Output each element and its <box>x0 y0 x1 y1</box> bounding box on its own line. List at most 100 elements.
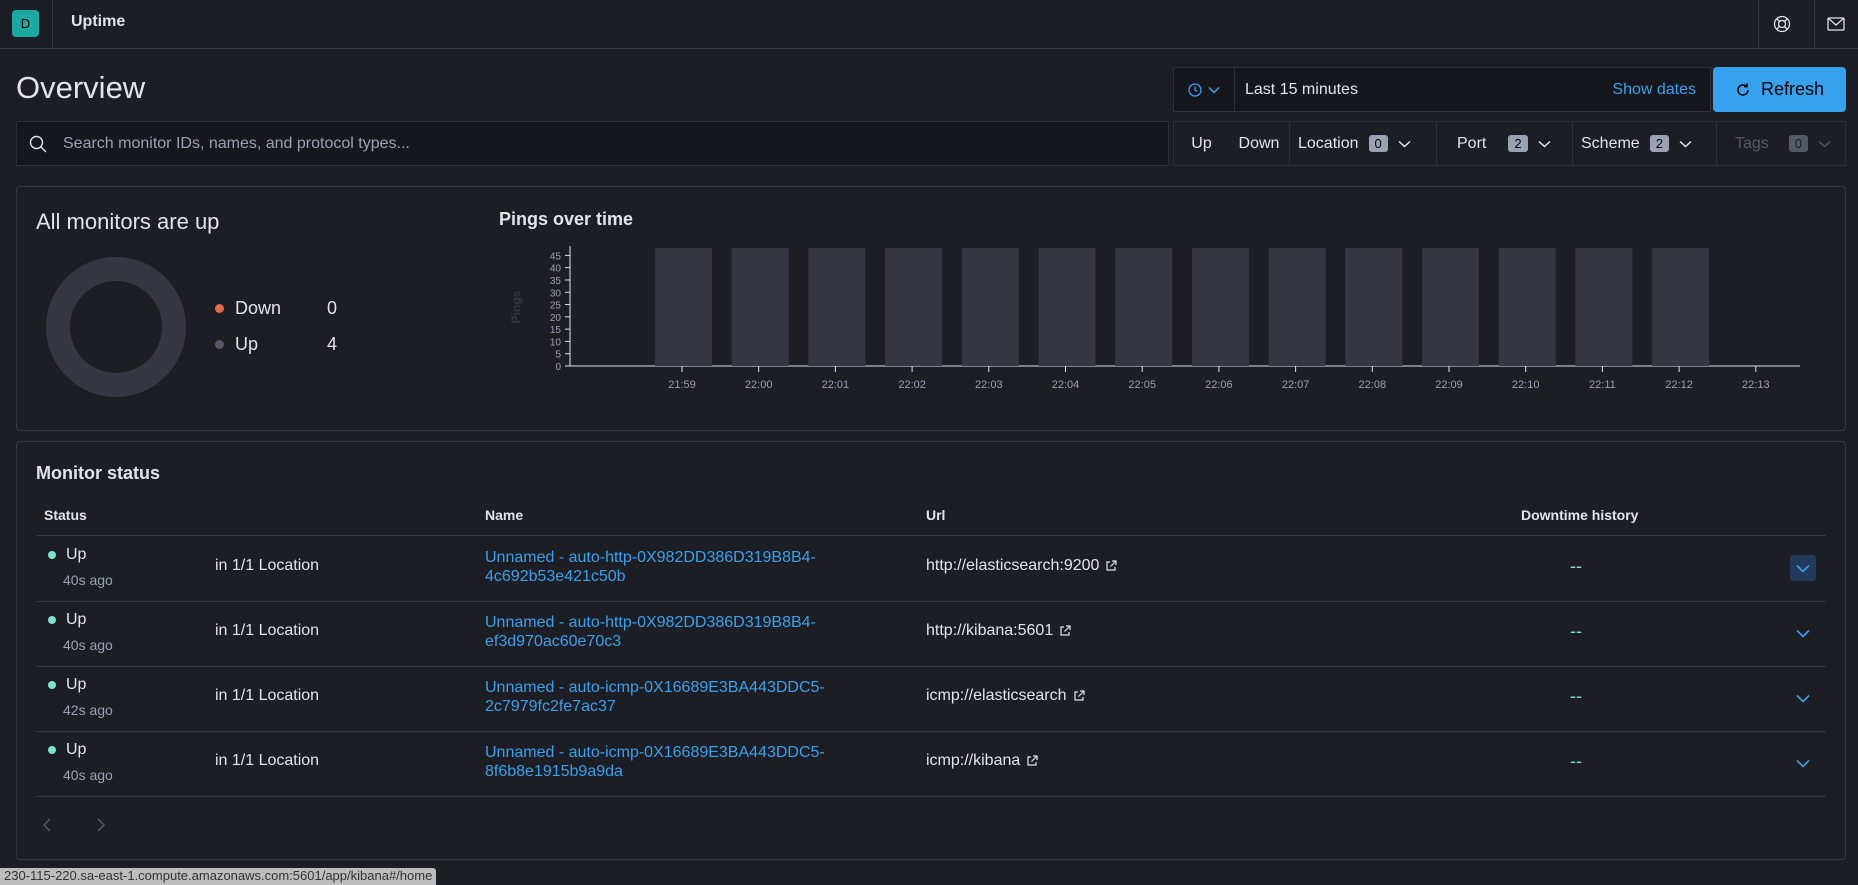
monitor-url-text: icmp://kibana <box>926 752 1021 769</box>
downtime-history: -- <box>1570 556 1582 576</box>
chevron-down-icon <box>1818 140 1831 148</box>
chevron-right-icon <box>97 818 106 832</box>
header-divider <box>1758 0 1759 49</box>
search-bar <box>16 121 1169 166</box>
monitor-name-link[interactable]: Unnamed - auto-http-0X982DD386D319B8B4- … <box>485 548 816 586</box>
quick-select-button[interactable] <box>1174 68 1235 111</box>
row-expand-button[interactable] <box>1790 620 1816 646</box>
monitor-name-link[interactable]: Unnamed - auto-icmp-0X16689E3BA443DDC5- … <box>485 678 825 716</box>
column-header-url[interactable]: Url <box>926 507 945 523</box>
y-tick-label: 40 <box>550 264 562 275</box>
mail-button[interactable] <box>1824 12 1848 36</box>
monitor-name-link[interactable]: Unnamed - auto-http-0X982DD386D319B8B4- … <box>485 613 816 651</box>
chart-bar <box>885 248 943 366</box>
monitor-name-line: Unnamed - auto-http-0X982DD386D319B8B4- <box>485 549 816 566</box>
y-tick-label: 0 <box>555 362 561 373</box>
monitor-url-text: http://kibana:5601 <box>926 622 1054 639</box>
down-dot <box>215 304 224 313</box>
legend-down-label: Down <box>235 298 282 318</box>
filter-tags-button[interactable]: Tags 0 <box>1716 122 1845 165</box>
chart-bar <box>731 248 789 366</box>
filter-up-button[interactable]: Up <box>1174 122 1229 165</box>
monitor-url-link[interactable]: http://kibana:5601 <box>926 622 1071 640</box>
chart-bar <box>1652 248 1710 366</box>
chevron-down-icon <box>1208 86 1220 94</box>
filter-port-button[interactable]: Port 2 <box>1436 122 1572 165</box>
next-page-button[interactable] <box>96 818 106 835</box>
chevron-down-icon <box>1796 564 1810 573</box>
filter-scheme-label: Scheme <box>1581 134 1640 152</box>
help-button[interactable] <box>1770 12 1794 36</box>
filter-tags-label: Tags <box>1735 134 1769 152</box>
monitor-name-line: Unnamed - auto-icmp-0X16689E3BA443DDC5- <box>485 744 825 761</box>
row-location: in 1/1 Location <box>215 687 320 704</box>
x-tick-label: 22:08 <box>1359 379 1387 391</box>
date-range-text[interactable]: Last 15 minutes <box>1235 81 1612 99</box>
y-tick-label: 45 <box>550 251 562 262</box>
row-status: Up <box>66 741 87 758</box>
filter-up-label: Up <box>1191 134 1212 152</box>
filter-down-label: Down <box>1238 134 1280 152</box>
downtime-history: -- <box>1570 751 1582 771</box>
y-tick-label: 20 <box>550 313 562 324</box>
external-link-icon <box>1073 690 1085 701</box>
filter-location-count: 0 <box>1368 135 1388 152</box>
external-link-icon <box>1027 755 1038 766</box>
filter-down-button[interactable]: Down <box>1229 122 1289 165</box>
x-tick-label: 22:04 <box>1052 379 1080 391</box>
row-status: Up <box>66 546 87 563</box>
monitor-name-line: 4c692b53e421c50b <box>485 568 626 585</box>
monitor-name-link[interactable]: Unnamed - auto-icmp-0X16689E3BA443DDC5- … <box>485 743 825 781</box>
filter-location-label: Location <box>1298 134 1359 152</box>
search-input[interactable] <box>61 133 1155 154</box>
row-last-checked: 40s ago <box>63 637 113 653</box>
monitor-url-text: icmp://elasticsearch <box>926 687 1067 704</box>
donut-up-segment <box>46 257 186 397</box>
chevron-left-icon <box>42 818 51 832</box>
filter-location-button[interactable]: Location 0 <box>1289 122 1436 165</box>
row-expand-button[interactable] <box>1790 685 1816 711</box>
filter-tags-count: 0 <box>1788 135 1809 152</box>
header-divider <box>1814 0 1815 49</box>
chart-bar <box>1575 248 1633 366</box>
mail-icon <box>1827 17 1845 31</box>
monitor-name-line: 8f6b8e1915b9a9da <box>485 763 623 780</box>
monitor-url-link[interactable]: http://elasticsearch:9200 <box>926 557 1118 575</box>
filter-port-label: Port <box>1457 134 1487 152</box>
column-header-status[interactable]: Status <box>44 507 87 523</box>
row-expand-button[interactable] <box>1790 555 1816 581</box>
x-tick-label: 22:06 <box>1205 379 1233 391</box>
chevron-down-icon <box>1398 140 1411 148</box>
chevron-down-icon <box>1796 629 1810 638</box>
chart-bar <box>1498 248 1556 366</box>
row-expand-button[interactable] <box>1790 750 1816 776</box>
y-tick-label: 15 <box>550 325 562 336</box>
chart-bar <box>1191 248 1249 366</box>
status-up-dot <box>48 681 56 689</box>
monitor-url-link[interactable]: icmp://elasticsearch <box>926 687 1085 705</box>
x-tick-label: 22:12 <box>1665 379 1693 391</box>
legend-up-count: 4 <box>327 334 338 354</box>
row-divider <box>36 796 1826 797</box>
x-tick-label: 22:10 <box>1512 379 1540 391</box>
row-location: in 1/1 Location <box>215 557 320 574</box>
space-avatar[interactable]: D <box>12 10 39 37</box>
date-picker: Last 15 minutes Show dates <box>1173 67 1711 112</box>
previous-page-button[interactable] <box>42 818 52 835</box>
row-last-checked: 42s ago <box>63 702 113 718</box>
up-dot <box>215 340 224 349</box>
monitor-url-text: http://elasticsearch:9200 <box>926 557 1100 574</box>
x-tick-label: 22:07 <box>1282 379 1310 391</box>
monitor-url-link[interactable]: icmp://kibana <box>926 752 1038 770</box>
filter-scheme-button[interactable]: Scheme 2 <box>1572 122 1716 165</box>
column-header-name[interactable]: Name <box>485 507 523 523</box>
x-tick-label: 22:11 <box>1589 379 1616 391</box>
downtime-history: -- <box>1570 686 1582 706</box>
refresh-button[interactable]: Refresh <box>1713 67 1846 112</box>
x-tick-label: 22:05 <box>1128 379 1156 391</box>
filter-port-count: 2 <box>1508 135 1528 152</box>
column-header-downtime: Downtime history <box>1521 507 1639 523</box>
chart-bar <box>1115 248 1173 366</box>
show-dates-link[interactable]: Show dates <box>1612 81 1710 99</box>
x-tick-label: 21:59 <box>668 379 696 391</box>
